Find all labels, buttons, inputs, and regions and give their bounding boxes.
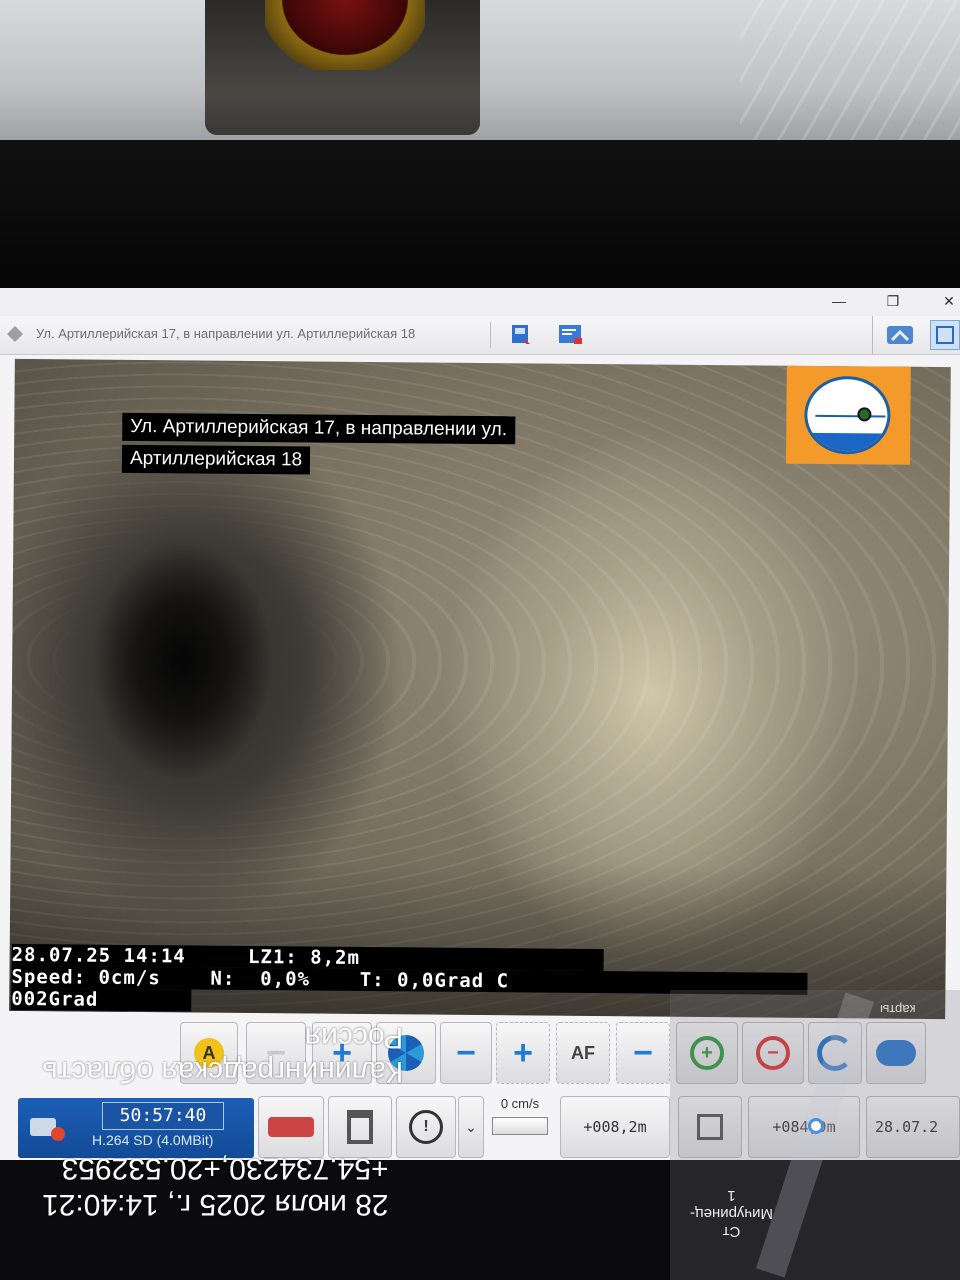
map-station-label: Ст Мичуринец- 1	[690, 1187, 773, 1240]
video-location-line2: Артиллерийская 18	[121, 444, 311, 475]
inclination-gauge	[804, 375, 891, 455]
water-level-indicator	[807, 432, 888, 455]
crawler-button[interactable]	[258, 1096, 324, 1158]
window-titlebar: — ❐ ✕	[0, 288, 960, 316]
geotag-location: Калининградская область Россия	[42, 1020, 403, 1088]
geotag-datetime: 28 июля 2025 г., 14:40:21	[42, 1188, 389, 1221]
geotag-coordinates: +54.734230,+20.532953	[61, 1152, 389, 1185]
inclination-badge	[785, 365, 911, 465]
map-attribution: карты	[880, 1002, 916, 1017]
monitor-bezel	[0, 140, 960, 290]
autofocus-button[interactable]: AF	[556, 1022, 610, 1084]
toolbar-divider	[490, 322, 491, 348]
maximize-button[interactable]: ❐	[882, 292, 904, 310]
settings-icon[interactable]	[884, 322, 918, 350]
distance-reading: +008,2m	[560, 1096, 670, 1158]
lift-icon	[347, 1110, 373, 1144]
export-icon[interactable]	[508, 322, 536, 348]
position-dot	[857, 407, 872, 422]
top-toolbar: Ул. Артиллерийская 17, в направлении ул.…	[0, 316, 960, 355]
brake-dropdown[interactable]: ⌄	[458, 1096, 484, 1158]
window-title: Ул. Артиллерийская 17, в направлении ул.…	[36, 326, 416, 341]
geotag-region: Калининградская область	[42, 1055, 404, 1088]
lift-button[interactable]	[328, 1096, 392, 1158]
geotag-timestamp: 28 июля 2025 г., 14:40:21 +54.734230,+20…	[42, 1150, 389, 1222]
minimize-button[interactable]: —	[828, 292, 850, 310]
recording-codec: H.264 SD (4.0MBit)	[92, 1132, 214, 1148]
chevron-down-icon: ⌄	[465, 1118, 477, 1135]
camera-icon	[28, 1110, 66, 1144]
recording-time: 50:57:40	[102, 1102, 224, 1130]
window-mode-icon[interactable]	[930, 320, 960, 350]
inspection-video: Ул. Артиллерийская 17, в направлении ул.…	[9, 358, 951, 1020]
map-location-pin	[808, 1118, 824, 1134]
speed-slider[interactable]	[492, 1117, 548, 1135]
speed-label: 0 cm/s	[500, 1096, 540, 1111]
minus-button[interactable]: −	[440, 1022, 492, 1084]
speed-indicator: 0 cm/s	[488, 1096, 552, 1158]
brake-icon: !	[409, 1110, 443, 1144]
close-button[interactable]: ✕	[938, 292, 960, 310]
background-cables	[740, 0, 960, 140]
app-icon	[7, 326, 23, 342]
osd-angle: 002Grad	[11, 987, 192, 1012]
map-thumbnail[interactable]: Ст Мичуринец- 1 карты	[670, 990, 960, 1280]
emergency-knob	[265, 0, 425, 70]
video-location-line1: Ул. Артиллерийская 17, в направлении ул.	[122, 412, 516, 445]
recording-panel: 50:57:40 H.264 SD (4.0MBit)	[18, 1098, 254, 1158]
brake-button[interactable]: !	[396, 1096, 456, 1158]
focus-plus-button[interactable]: +	[496, 1022, 550, 1084]
geotag-country: Россия	[304, 1021, 404, 1054]
map-road	[755, 992, 875, 1278]
report-icon[interactable]	[556, 322, 586, 348]
horizon-line	[815, 414, 886, 418]
toolbar-divider-2	[872, 316, 873, 354]
focus-minus-button[interactable]: −	[616, 1022, 670, 1084]
crawler-icon	[268, 1117, 314, 1137]
